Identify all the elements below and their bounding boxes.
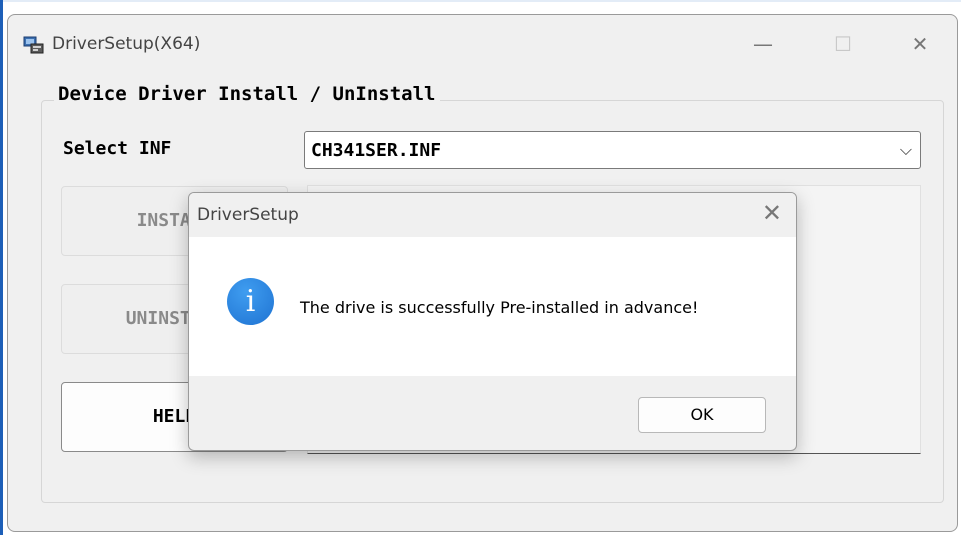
select-inf-label: Select INF bbox=[63, 138, 172, 159]
group-legend: Device Driver Install / UnInstall bbox=[54, 83, 440, 105]
message-dialog: DriverSetup ✕ i The drive is successfull… bbox=[188, 192, 797, 451]
ok-button[interactable]: OK bbox=[638, 397, 766, 433]
desktop-edge-left bbox=[0, 0, 3, 535]
maximize-icon: ☐ bbox=[834, 32, 852, 56]
dialog-titlebar[interactable]: DriverSetup ✕ bbox=[189, 193, 796, 237]
desktop-edge-top bbox=[0, 0, 961, 2]
dialog-close-icon[interactable]: ✕ bbox=[762, 199, 782, 227]
window-title: DriverSetup(X64) bbox=[52, 34, 201, 54]
minimize-icon[interactable]: — bbox=[743, 29, 783, 59]
dialog-title: DriverSetup bbox=[197, 205, 299, 225]
dialog-body: i The drive is successfully Pre-installe… bbox=[189, 237, 796, 376]
chevron-down-icon: ⌵ bbox=[899, 140, 912, 159]
information-icon: i bbox=[227, 278, 274, 325]
inf-select-dropdown[interactable]: CH341SER.INF ⌵ bbox=[304, 131, 921, 169]
close-icon[interactable]: ✕ bbox=[900, 29, 940, 59]
window-titlebar[interactable]: DriverSetup(X64) — ☐ ✕ bbox=[8, 15, 957, 75]
inf-selected-value: CH341SER.INF bbox=[311, 140, 442, 161]
app-icon bbox=[23, 36, 44, 54]
dialog-message: The drive is successfully Pre-installed … bbox=[300, 298, 699, 317]
